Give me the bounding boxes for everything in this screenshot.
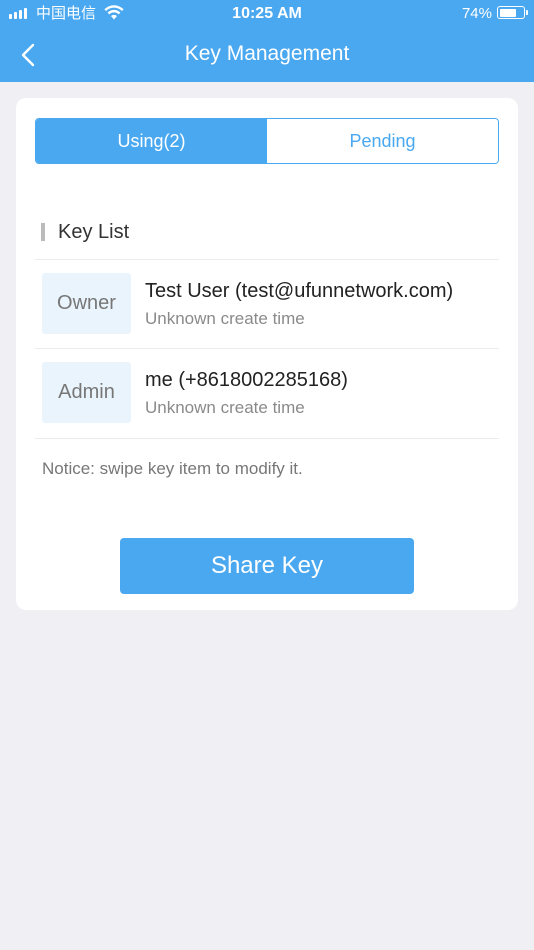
section-header: Key List <box>41 220 129 244</box>
section-title: Key List <box>58 221 130 243</box>
battery-icon <box>497 6 528 19</box>
battery-level <box>499 8 516 17</box>
key-list-item[interactable]: Admin me (+8618002285168) Unknown create… <box>35 349 499 439</box>
key-list-item[interactable]: Owner Test User (test@ufunnetwork.com) U… <box>35 259 499 349</box>
tab-pending[interactable]: Pending <box>267 119 498 163</box>
key-list-card: Using(2) Pending Key List Owner Test Use… <box>16 98 518 610</box>
role-badge: Owner <box>42 273 131 334</box>
key-holder-name: Test User (test@ufunnetwork.com) <box>145 280 454 302</box>
role-badge: Admin <box>42 362 131 423</box>
key-status-tabs: Using(2) Pending <box>35 118 499 164</box>
tab-using[interactable]: Using(2) <box>36 119 267 163</box>
page-title: Key Management <box>184 42 350 65</box>
key-holder-name: me (+8618002285168) <box>145 369 348 391</box>
header: 中国电信 10:25 AM 74% Key Management <box>0 0 534 82</box>
key-create-time: Unknown create time <box>145 309 305 328</box>
swipe-notice: Notice: swipe key item to modify it. <box>42 459 303 478</box>
battery-percentage: 74% <box>461 5 492 22</box>
nav-bar: Key Management <box>0 28 534 82</box>
share-key-button[interactable]: Share Key <box>120 538 414 594</box>
section-marker <box>41 223 45 241</box>
status-time: 10:25 AM <box>232 5 302 22</box>
status-bar: 中国电信 10:25 AM 74% <box>0 0 534 28</box>
key-create-time: Unknown create time <box>145 398 305 417</box>
